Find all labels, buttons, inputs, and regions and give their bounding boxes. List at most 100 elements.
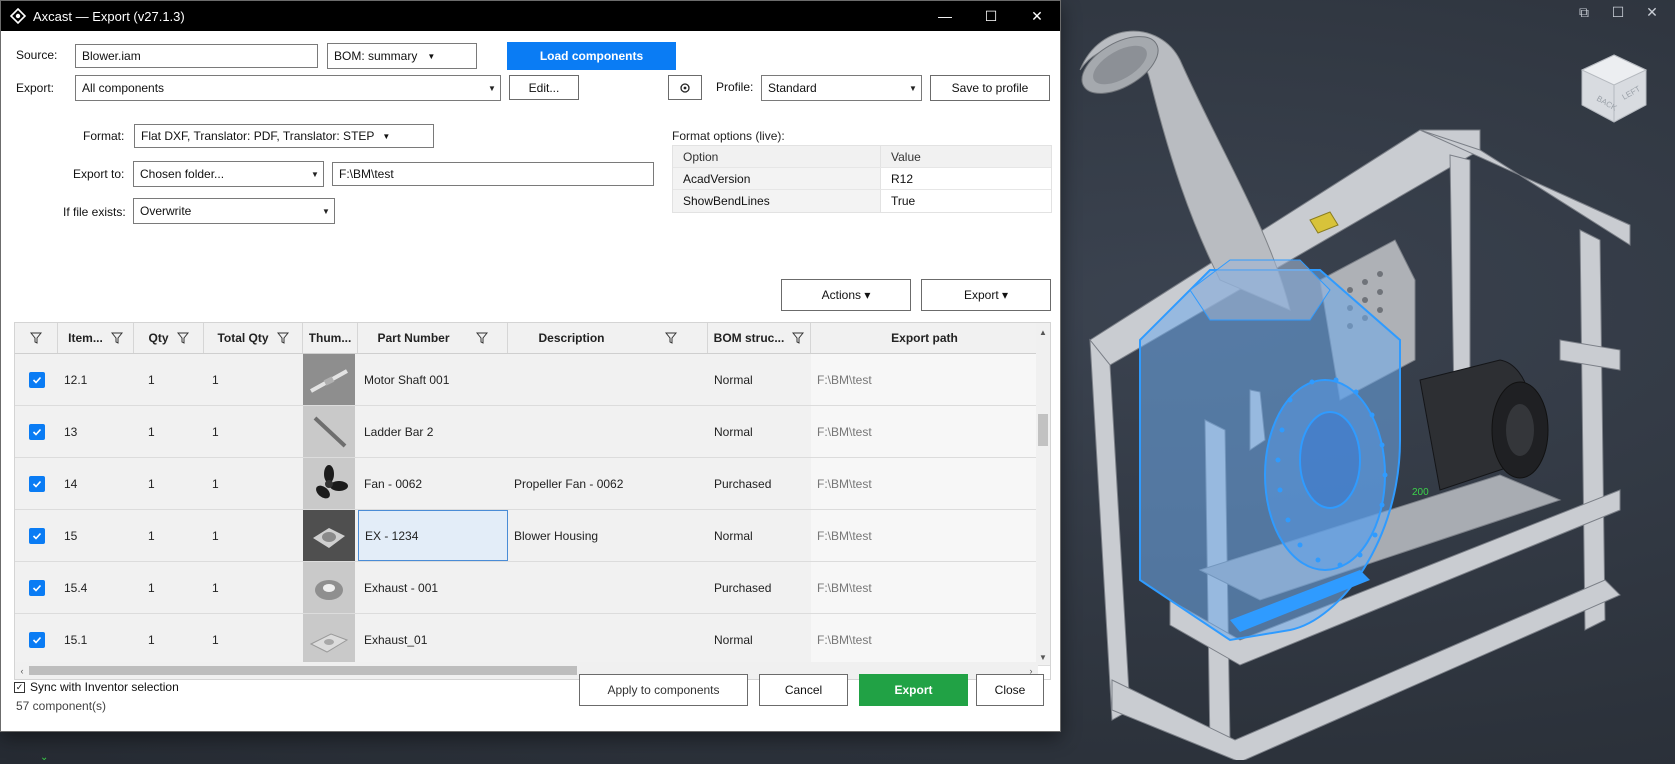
filter-icon[interactable] [664, 332, 677, 344]
checkbox-icon[interactable]: ✓ [14, 681, 25, 693]
blower-assembly-model[interactable]: 200 [1060, 20, 1660, 760]
bom-structure-column-header[interactable]: BOM struc... [708, 323, 811, 353]
apply-to-components-button[interactable]: Apply to components [579, 674, 748, 706]
filter-icon[interactable] [30, 332, 42, 344]
scroll-up-icon[interactable]: ▲ [1036, 325, 1050, 339]
table-row[interactable]: 15 1 1 EX - 1234 Blower Housing Normal F… [15, 510, 1050, 562]
bom-dropdown[interactable]: BOM: summary ▼ [327, 43, 477, 69]
description-cell[interactable] [508, 354, 708, 405]
export-path-column-header[interactable]: Export path [811, 323, 1038, 353]
option-value[interactable]: R12 [881, 168, 1051, 189]
part-number-cell[interactable]: Ladder Bar 2 [358, 406, 508, 457]
maximize-button[interactable]: ☐ [968, 1, 1014, 31]
qty-cell[interactable]: 1 [134, 562, 204, 613]
export-menu-button[interactable]: Export ▾ [921, 279, 1051, 311]
part-number-cell[interactable]: Exhaust - 001 [358, 562, 508, 613]
total-qty-cell[interactable]: 1 [204, 510, 303, 561]
qty-cell[interactable]: 1 [134, 510, 204, 561]
description-cell[interactable]: Propeller Fan - 0062 [508, 458, 708, 509]
table-row[interactable]: 12.1 1 1 Motor Shaft 001 Normal F:\BM\te… [15, 354, 1050, 406]
description-cell[interactable] [508, 406, 708, 457]
qty-cell[interactable]: 1 [134, 614, 204, 665]
bom-structure-cell[interactable]: Purchased [708, 562, 811, 613]
bom-structure-cell[interactable]: Normal [708, 354, 811, 405]
bom-structure-cell[interactable]: Purchased [708, 458, 811, 509]
components-grid[interactable]: Item... Qty Total Qty Thum... Part Numbe… [14, 322, 1051, 680]
title-bar[interactable]: Axcast — Export (v27.1.3) — ☐ ✕ [1, 1, 1060, 31]
format-dropdown[interactable]: Flat DXF, Translator: PDF, Translator: S… [134, 124, 434, 148]
export-path-cell[interactable]: F:\BM\test [811, 458, 1038, 509]
qty-cell[interactable]: 1 [134, 458, 204, 509]
part-number-cell[interactable]: Exhaust_01 [358, 614, 508, 665]
thumbnail-column-header[interactable]: Thum... [303, 323, 358, 353]
table-row[interactable]: 15.4 1 1 Exhaust - 001 Purchased F:\BM\t… [15, 562, 1050, 614]
item-cell[interactable]: 12.1 [58, 354, 134, 405]
maximize-icon[interactable]: ☐ [1609, 4, 1627, 21]
item-cell[interactable]: 15.4 [58, 562, 134, 613]
description-cell[interactable] [508, 562, 708, 613]
load-components-button[interactable]: Load components [507, 42, 676, 70]
close-button[interactable]: Close [976, 674, 1044, 706]
cancel-button[interactable]: Cancel [759, 674, 848, 706]
export-path-cell[interactable]: F:\BM\test [811, 562, 1038, 613]
qty-cell[interactable]: 1 [134, 406, 204, 457]
item-cell[interactable]: 14 [58, 458, 134, 509]
export-path-field[interactable]: F:\BM\test [332, 162, 654, 186]
row-checkbox[interactable] [28, 527, 45, 544]
profile-dropdown[interactable]: Standard ▼ [761, 75, 922, 101]
if-file-exists-dropdown[interactable]: Overwrite ▼ [133, 198, 335, 224]
part-number-cell[interactable]: EX - 1234 [358, 510, 508, 561]
export-button[interactable]: Export [859, 674, 968, 706]
scroll-down-icon[interactable]: ▼ [1036, 650, 1050, 664]
filter-icon[interactable] [110, 332, 123, 344]
row-checkbox[interactable] [28, 475, 45, 492]
edit-button[interactable]: Edit... [509, 75, 579, 100]
row-checkbox[interactable] [28, 371, 45, 388]
export-scope-dropdown[interactable]: All components ▼ [75, 75, 501, 101]
restore-icon[interactable]: ⧉ [1575, 4, 1593, 21]
export-path-cell[interactable]: F:\BM\test [811, 354, 1038, 405]
bom-structure-cell[interactable]: Normal [708, 614, 811, 665]
description-cell[interactable]: Blower Housing [508, 510, 708, 561]
row-checkbox[interactable] [28, 631, 45, 648]
actions-menu-button[interactable]: Actions ▾ [781, 279, 911, 311]
source-field[interactable]: Blower.iam [75, 44, 318, 68]
item-cell[interactable]: 13 [58, 406, 134, 457]
settings-button[interactable] [668, 75, 702, 100]
format-option-row[interactable]: AcadVersion R12 [673, 168, 1051, 190]
filter-icon[interactable] [176, 332, 189, 344]
bom-structure-cell[interactable]: Normal [708, 510, 811, 561]
item-column-header[interactable]: Item... [58, 323, 134, 353]
export-path-cell[interactable]: F:\BM\test [811, 510, 1038, 561]
part-number-cell[interactable]: Motor Shaft 001 [358, 354, 508, 405]
part-number-column-header[interactable]: Part Number [358, 323, 508, 353]
option-value[interactable]: True [881, 190, 1051, 212]
export-path-cell[interactable]: F:\BM\test [811, 614, 1038, 665]
vertical-scrollbar[interactable]: ▲ ▼ [1036, 323, 1050, 664]
filter-icon[interactable] [475, 332, 488, 344]
table-row[interactable]: 14 1 1 Fan - 0062 Propeller Fan - 0062 P… [15, 458, 1050, 510]
close-window-button[interactable]: ✕ [1014, 1, 1060, 31]
row-checkbox[interactable] [28, 579, 45, 596]
filter-icon[interactable] [792, 332, 805, 344]
scroll-left-icon[interactable]: ‹ [15, 662, 29, 679]
sync-checkbox[interactable]: ✓ Sync with Inventor selection [14, 680, 179, 694]
row-checkbox[interactable] [28, 423, 45, 440]
item-cell[interactable]: 15 [58, 510, 134, 561]
scroll-thumb[interactable] [29, 666, 577, 675]
item-cell[interactable]: 15.1 [58, 614, 134, 665]
save-to-profile-button[interactable]: Save to profile [930, 75, 1050, 101]
total-qty-column-header[interactable]: Total Qty [204, 323, 303, 353]
filter-icon[interactable] [276, 332, 289, 344]
close-icon[interactable]: ✕ [1643, 4, 1661, 21]
part-number-cell[interactable]: Fan - 0062 [358, 458, 508, 509]
description-column-header[interactable]: Description [508, 323, 708, 353]
description-cell[interactable] [508, 614, 708, 665]
total-qty-cell[interactable]: 1 [204, 354, 303, 405]
format-option-row[interactable]: ShowBendLines True [673, 190, 1051, 212]
total-qty-cell[interactable]: 1 [204, 458, 303, 509]
table-row[interactable]: 13 1 1 Ladder Bar 2 Normal F:\BM\test [15, 406, 1050, 458]
total-qty-cell[interactable]: 1 [204, 406, 303, 457]
table-row[interactable]: 15.1 1 1 Exhaust_01 Normal F:\BM\test [15, 614, 1050, 666]
total-qty-cell[interactable]: 1 [204, 614, 303, 665]
